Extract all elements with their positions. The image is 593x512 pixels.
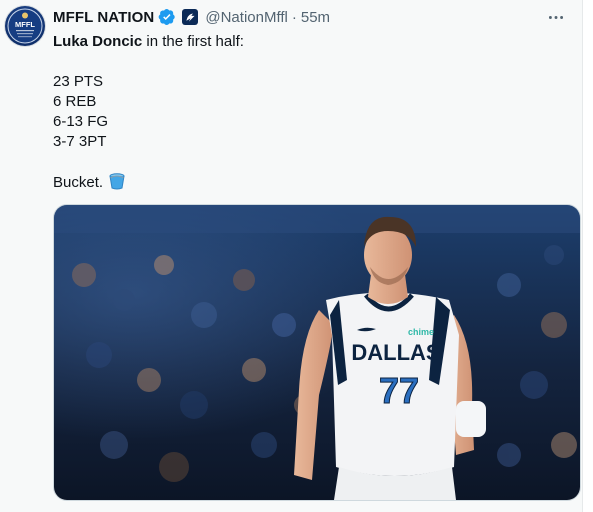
bucket-emoji-icon — [108, 172, 126, 196]
stat-line: 6-13 FG — [53, 113, 109, 130]
verified-badge-icon — [158, 8, 176, 26]
tweet-text: Luka Doncic in the first half: 23 PTS 6 … — [53, 32, 564, 192]
mavericks-affiliate-icon[interactable] — [182, 9, 199, 25]
tweet-header: MFFL NATION @NationMffl · 55m — [53, 6, 572, 28]
closing-text: Bucket. — [53, 174, 104, 191]
intro-line: Luka Doncic in the first half: — [53, 32, 564, 52]
tweet-image[interactable]: DALLAS 77 chime — [53, 204, 581, 501]
tweet[interactable]: MFFL MFFL NATION @NationMffl · 55m Luka … — [0, 0, 582, 512]
avatar-text: MFFL — [15, 20, 35, 29]
stat-line: 6 REB — [53, 93, 97, 110]
separator-dot: · — [291, 8, 297, 26]
jersey-number-text: 77 — [379, 370, 419, 411]
timestamp[interactable]: 55m — [301, 9, 330, 26]
avatar[interactable]: MFFL — [5, 6, 45, 46]
author-name[interactable]: MFFL NATION — [53, 9, 154, 26]
intro-rest: in the first half: — [142, 33, 244, 50]
mffl-logo-icon: MFFL — [7, 8, 43, 44]
stat-line: 23 PTS — [53, 73, 104, 90]
jersey-team-text: DALLAS — [351, 340, 440, 365]
timeline-column: MFFL MFFL NATION @NationMffl · 55m Luka … — [0, 0, 583, 512]
more-options-icon[interactable] — [544, 6, 568, 28]
stat-line: 3-7 3PT — [53, 133, 107, 150]
jersey-sponsor-text: chime — [408, 327, 434, 337]
player-photo: DALLAS 77 chime — [54, 205, 580, 500]
author-handle[interactable]: @NationMffl — [205, 9, 287, 26]
closing-line: Bucket. — [53, 172, 564, 192]
player-name: Luka Doncic — [53, 33, 143, 50]
